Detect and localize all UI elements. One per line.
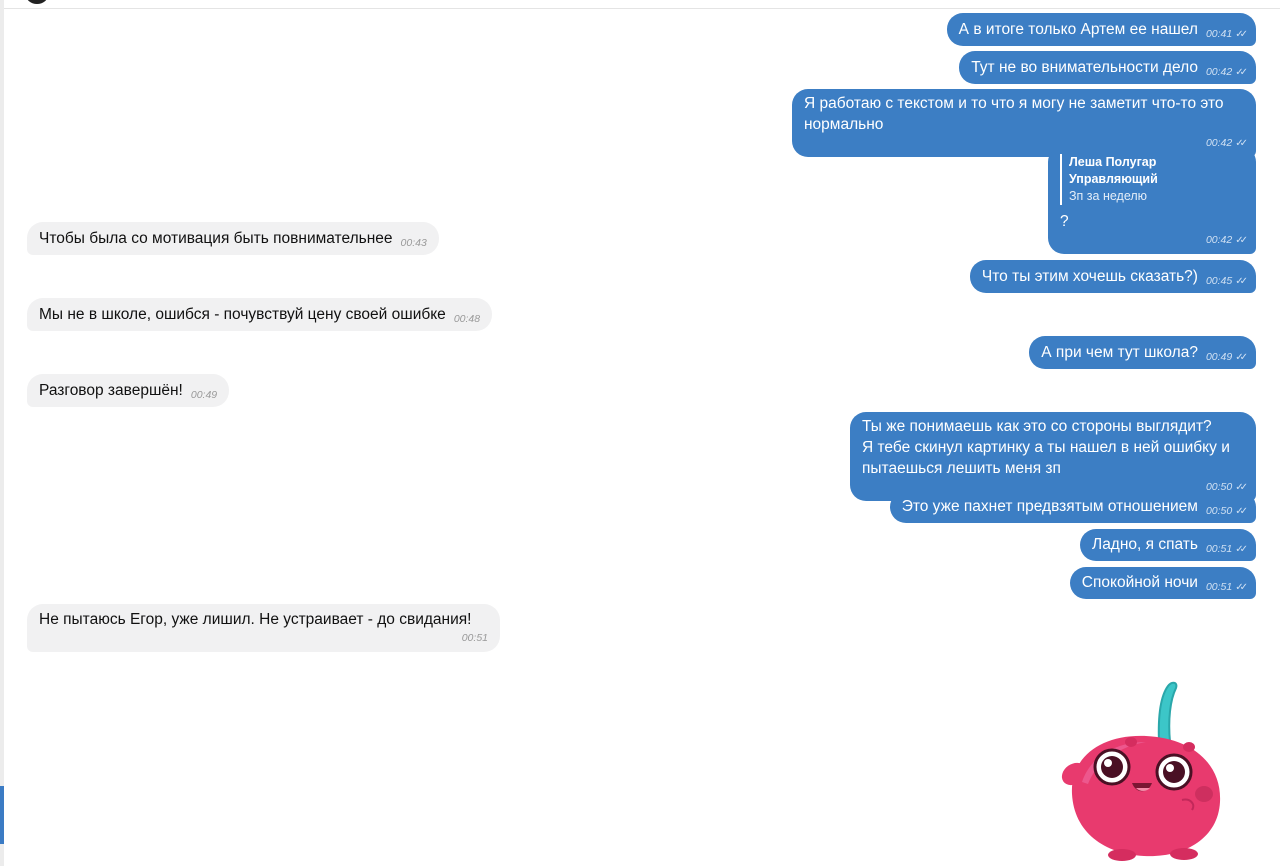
message-text: А в итоге только Артем ее нашел — [958, 21, 1198, 38]
message-meta: 00:50 ✓✓ — [1205, 501, 1248, 522]
message-text: А при чем тут школа? — [1041, 344, 1198, 361]
message-text: Что ты этим хочешь сказать?) — [981, 268, 1198, 285]
message-time: 00:41 — [1205, 28, 1233, 40]
message-text: Не пытаюсь Егор, уже лишил. Не устраивае… — [39, 611, 472, 628]
outgoing-message[interactable]: Ты же понимаешь как это со стороны выгля… — [850, 412, 1256, 501]
double-check-icon: ✓✓ — [1235, 235, 1248, 246]
message-meta: 00:42 ✓✓ — [1068, 230, 1248, 251]
message-meta: 00:43 — [401, 233, 427, 254]
outgoing-message[interactable]: Леша Полугар Управляющий Зп за неделю ? … — [1048, 146, 1256, 254]
double-check-icon: ✓✓ — [1235, 276, 1248, 287]
incoming-message[interactable]: Чтобы была со мотивация быть повниматель… — [27, 222, 439, 255]
message-time: 00:48 — [453, 313, 481, 325]
message-text: Тут не во внимательности дело — [971, 59, 1198, 76]
message-meta: 00:45 ✓✓ — [1205, 271, 1248, 292]
message-time: 00:51 — [461, 632, 488, 644]
outgoing-message[interactable]: Что ты этим хочешь сказать?) 00:45 ✓✓ — [969, 260, 1256, 293]
message-meta: 00:49 ✓✓ — [1205, 347, 1248, 368]
incoming-message[interactable]: Не пытаюсь Егор, уже лишил. Не устраивае… — [27, 604, 500, 652]
outgoing-message[interactable]: Тут не во внимательности дело 00:42 ✓✓ — [959, 51, 1256, 84]
double-check-icon: ✓✓ — [1235, 29, 1248, 40]
message-meta: 00:41 ✓✓ — [1205, 24, 1248, 45]
message-text: Ладно, я спать — [1092, 536, 1198, 553]
reply-author: Леша Полугар Управляющий — [1069, 155, 1158, 186]
incoming-message[interactable]: Разговор завершён! 00:49 — [27, 374, 230, 407]
outgoing-message[interactable]: А в итоге только Артем ее нашел 00:41 ✓✓ — [946, 13, 1256, 46]
message-time: 00:42 — [1205, 234, 1233, 246]
message-text: Чтобы была со мотивация быть повниматель… — [39, 230, 393, 247]
message-list[interactable]: А в итоге только Артем ее нашел 00:41 ✓✓ Т… — [0, 0, 1280, 866]
double-check-icon: ✓✓ — [1235, 544, 1248, 555]
double-check-icon: ✓✓ — [1235, 506, 1248, 517]
message-meta: 00:51 — [47, 628, 488, 649]
outgoing-message[interactable]: Ладно, я спать 00:51 ✓✓ — [1080, 529, 1256, 561]
message-time: 00:51 — [1205, 543, 1233, 555]
message-text: Разговор завершён! — [39, 382, 183, 399]
message-text: Ты же понимаешь как это со стороны выгля… — [862, 418, 1230, 477]
outgoing-message[interactable]: Спокойной ночи 00:51 ✓✓ — [1069, 567, 1256, 599]
message-text: Я работаю с текстом и то что я могу не з… — [804, 95, 1224, 133]
message-text: ? — [1060, 213, 1069, 230]
chat-window: А в итоге только Артем ее нашел 00:41 ✓✓ Т… — [0, 0, 1280, 866]
message-text: Это уже пахнет предвзятым отношением — [901, 498, 1198, 515]
message-meta: 00:51 ✓✓ — [1205, 577, 1248, 598]
message-time: 00:43 — [400, 237, 427, 249]
incoming-message[interactable]: Мы не в школе, ошибся - почувствуй цену … — [27, 298, 493, 331]
message-time: 00:51 — [1205, 581, 1233, 593]
message-time: 00:45 — [1205, 275, 1233, 287]
double-check-icon: ✓✓ — [1235, 352, 1248, 363]
message-time: 00:42 — [1205, 66, 1233, 78]
message-meta: 00:48 — [454, 309, 480, 330]
outgoing-message[interactable]: Это уже пахнет предвзятым отношением 00:5… — [889, 491, 1256, 523]
message-meta: 00:42 ✓✓ — [1205, 62, 1248, 83]
double-check-icon: ✓✓ — [1235, 582, 1248, 593]
reply-text: Зп за неделю — [1069, 189, 1148, 203]
cherry-sticker-icon[interactable] — [1052, 672, 1232, 864]
message-text: Спокойной ночи — [1081, 574, 1198, 591]
message-meta: 00:51 ✓✓ — [1205, 539, 1248, 560]
message-time: 00:50 — [1205, 505, 1233, 517]
message-text: Мы не в школе, ошибся - почувствуй цену … — [39, 306, 446, 323]
double-check-icon: ✓✓ — [1235, 67, 1248, 78]
message-time: 00:49 — [1205, 351, 1233, 363]
reply-quote[interactable]: Леша Полугар Управляющий Зп за неделю — [1060, 154, 1244, 205]
outgoing-message[interactable]: А при чем тут школа? 00:49 ✓✓ — [1029, 336, 1256, 369]
message-meta: 00:49 — [191, 385, 217, 406]
message-time: 00:49 — [190, 389, 218, 401]
